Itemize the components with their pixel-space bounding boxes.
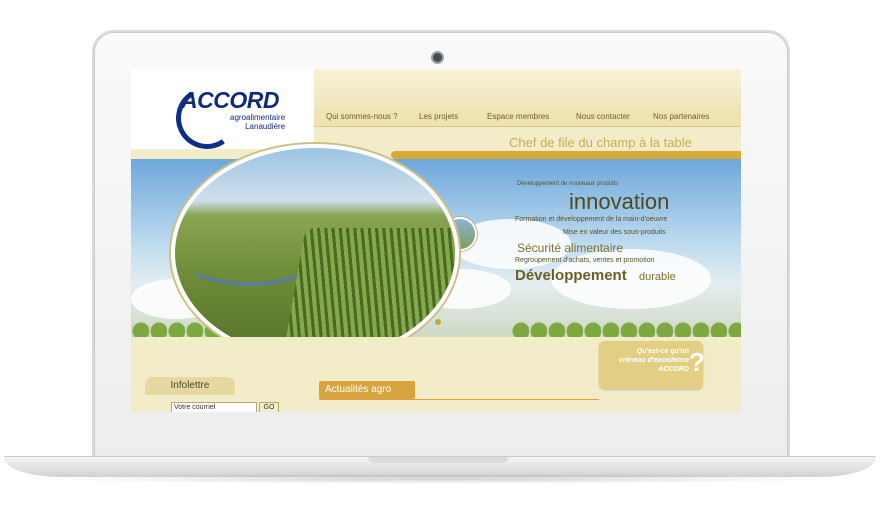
- nav-item-partners[interactable]: Nos partenaires: [653, 112, 709, 121]
- logo-subtitle-1: agroalimentaire: [230, 113, 286, 122]
- laptop-notch: [368, 457, 508, 463]
- newsletter-email-input[interactable]: Votre courriel: [171, 402, 257, 412]
- logo-subtitle-2: Lanaudière: [245, 122, 286, 131]
- nav-item-members[interactable]: Espace membres: [487, 112, 549, 121]
- nav-item-projects[interactable]: Les projets: [419, 112, 458, 121]
- keyword-purchasing: Regroupement d'achats, ventes et promoti…: [515, 257, 655, 264]
- excellence-line-1: Qu'est-ce qu'un: [636, 348, 689, 355]
- keyword-sustainable: durable: [639, 271, 676, 283]
- question-mark-icon: ?: [689, 347, 705, 377]
- keyword-food-safety: Sécurité alimentaire: [517, 241, 624, 255]
- nav-item-about[interactable]: Qui sommes-nous ?: [326, 112, 398, 121]
- river-shape: [185, 238, 313, 286]
- main-nav: Qui sommes-nous ? Les projets Espace mem…: [314, 109, 741, 127]
- website-screen: ACCORD agroalimentaire Lanaudière Qui so…: [131, 69, 741, 412]
- keyword-new-products: Développement de nouveaux produits: [517, 181, 619, 187]
- camera-icon: [431, 51, 444, 64]
- newsletter-title: Infolettre: [145, 377, 235, 395]
- excellence-badge[interactable]: Qu'est-ce qu'un créneau d'excellence ACC…: [599, 341, 705, 389]
- newsletter-go-button[interactable]: GO: [259, 402, 279, 412]
- logo-subtitle: agroalimentaire Lanaudière: [230, 113, 285, 131]
- keyword-development: Développement: [515, 267, 627, 284]
- nav-item-contact[interactable]: Nous contacter: [576, 112, 630, 121]
- logo-name: ACCORD: [181, 87, 279, 113]
- keyword-innovation: innovation: [569, 189, 670, 214]
- news-divider: [319, 399, 599, 400]
- slogan: Chef de file du champ à la table: [509, 135, 692, 150]
- farm-photo-circle: [171, 144, 459, 362]
- crop-rows: [284, 228, 455, 348]
- slogan-bar: [391, 151, 741, 159]
- logo[interactable]: ACCORD agroalimentaire Lanaudière: [131, 69, 314, 154]
- keyword-training: Formation et développement de la main-d'…: [515, 216, 668, 223]
- excellence-line-3: ACCORD: [658, 366, 689, 373]
- excellence-line-2: créneau d'excellence: [618, 357, 689, 364]
- tree-line: [511, 311, 741, 337]
- news-title: Actualités agro: [319, 381, 415, 399]
- laptop-shadow: [40, 474, 840, 484]
- keyword-byproducts: Mise en valeur des sous-produits: [563, 229, 666, 236]
- header-band: [314, 69, 741, 109]
- excellence-text: Qu'est-ce qu'un créneau d'excellence ACC…: [599, 347, 689, 374]
